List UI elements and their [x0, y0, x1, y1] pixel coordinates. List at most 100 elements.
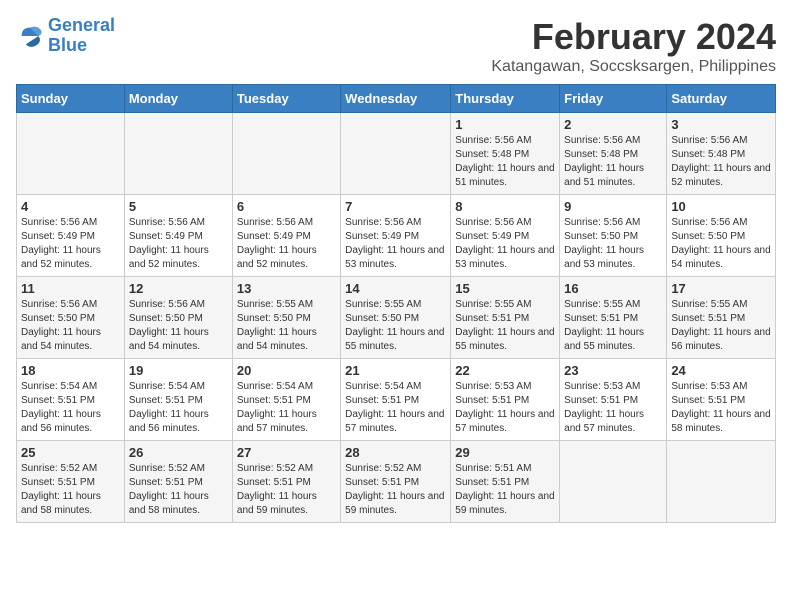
calendar-cell: 22Sunrise: 5:53 AMSunset: 5:51 PMDayligh… — [451, 359, 560, 441]
calendar-cell: 8 Sunrise: 5:56 AMSunset: 5:49 PMDaylight… — [451, 195, 560, 277]
day-info: Sunrise: 5:56 AMSunset: 5:49 PMDaylight:… — [21, 216, 120, 272]
calendar-cell: 23 Sunrise: 5:53 AMSunset: 5:51 PMDayligh… — [560, 359, 667, 441]
day-info: Sunrise: 5:56 AMSunset: 5:50 PMDaylight:… — [129, 298, 228, 354]
logo-icon — [16, 22, 44, 50]
calendar-cell: 6 Sunrise: 5:56 AMSunset: 5:49 PMDaylight… — [232, 195, 340, 277]
calendar-cell: 21 Sunrise: 5:54 AMSunset: 5:51 PMDayligh… — [341, 359, 451, 441]
day-info: Sunrise: 5:56 AMSunset: 5:49 PMDaylight:… — [237, 216, 336, 272]
day-number: 4 — [21, 199, 120, 214]
col-header-friday: Friday — [560, 85, 667, 113]
day-info: Sunrise: 5:56 AMSunset: 5:48 PMDaylight:… — [564, 134, 662, 190]
day-info: Sunrise: 5:54 AMSunset: 5:51 PMDaylight:… — [237, 380, 336, 436]
day-number: 29 — [455, 445, 555, 460]
day-info: Sunrise: 5:53 AMSunset: 5:51 PMDaylight:… — [564, 380, 662, 436]
day-number: 28 — [345, 445, 446, 460]
day-info: Sunrise: 5:54 AMSunset: 5:51 PMDaylight:… — [21, 380, 120, 436]
subtitle: Katangawan, Soccsksargen, Philippines — [491, 58, 776, 76]
calendar-cell: 20 Sunrise: 5:54 AMSunset: 5:51 PMDayligh… — [232, 359, 340, 441]
day-info: Sunrise: 5:52 AMSunset: 5:51 PMDaylight:… — [237, 462, 336, 518]
calendar-cell: 26 Sunrise: 5:52 AMSunset: 5:51 PMDayligh… — [124, 441, 232, 523]
week-row-5: 25 Sunrise: 5:52 AMSunset: 5:51 PMDayligh… — [17, 441, 776, 523]
day-number: 9 — [564, 199, 662, 214]
day-info: Sunrise: 5:56 AMSunset: 5:50 PMDaylight:… — [564, 216, 662, 272]
calendar-cell — [124, 113, 232, 195]
calendar-cell — [560, 441, 667, 523]
day-info: Sunrise: 5:56 AMSunset: 5:48 PMDaylight:… — [671, 134, 771, 190]
calendar-cell: 24 Sunrise: 5:53 AMSunset: 5:51 PMDayligh… — [667, 359, 776, 441]
day-number: 15 — [455, 281, 555, 296]
calendar-table: SundayMondayTuesdayWednesdayThursdayFrid… — [16, 84, 776, 523]
header-row: SundayMondayTuesdayWednesdayThursdayFrid… — [17, 85, 776, 113]
day-number: 17 — [671, 281, 771, 296]
day-info: Sunrise: 5:53 AMSunset: 5:51 PMDaylight:… — [671, 380, 771, 436]
calendar-cell — [232, 113, 340, 195]
calendar-cell: 11 Sunrise: 5:56 AMSunset: 5:50 PMDayligh… — [17, 277, 125, 359]
day-number: 21 — [345, 363, 446, 378]
day-info: Sunrise: 5:56 AMSunset: 5:49 PMDaylight:… — [129, 216, 228, 272]
day-info: Sunrise: 5:56 AMSunset: 5:49 PMDaylight:… — [455, 216, 555, 272]
day-number: 24 — [671, 363, 771, 378]
week-row-1: 1 Sunrise: 5:56 AMSunset: 5:48 PMDaylight… — [17, 113, 776, 195]
day-number: 7 — [345, 199, 446, 214]
calendar-cell: 5 Sunrise: 5:56 AMSunset: 5:49 PMDaylight… — [124, 195, 232, 277]
day-number: 11 — [21, 281, 120, 296]
day-number: 23 — [564, 363, 662, 378]
title-block: February 2024 Katangawan, Soccsksargen, … — [491, 16, 776, 76]
week-row-4: 18 Sunrise: 5:54 AMSunset: 5:51 PMDayligh… — [17, 359, 776, 441]
day-number: 18 — [21, 363, 120, 378]
day-number: 16 — [564, 281, 662, 296]
calendar-cell: 15Sunrise: 5:55 AMSunset: 5:51 PMDayligh… — [451, 277, 560, 359]
calendar-cell: 25 Sunrise: 5:52 AMSunset: 5:51 PMDayligh… — [17, 441, 125, 523]
calendar-cell: 2 Sunrise: 5:56 AMSunset: 5:48 PMDaylight… — [560, 113, 667, 195]
day-number: 6 — [237, 199, 336, 214]
calendar-cell: 16 Sunrise: 5:55 AMSunset: 5:51 PMDayligh… — [560, 277, 667, 359]
day-info: Sunrise: 5:55 AMSunset: 5:51 PMDaylight:… — [564, 298, 662, 354]
day-info: Sunrise: 5:52 AMSunset: 5:51 PMDaylight:… — [345, 462, 446, 518]
day-info: Sunrise: 5:52 AMSunset: 5:51 PMDaylight:… — [21, 462, 120, 518]
day-info: Sunrise: 5:54 AMSunset: 5:51 PMDaylight:… — [129, 380, 228, 436]
logo-line1: General — [48, 15, 115, 35]
calendar-cell: 9 Sunrise: 5:56 AMSunset: 5:50 PMDaylight… — [560, 195, 667, 277]
day-number: 10 — [671, 199, 771, 214]
day-info: Sunrise: 5:55 AMSunset: 5:50 PMDaylight:… — [345, 298, 446, 354]
day-number: 5 — [129, 199, 228, 214]
page-header: General Blue February 2024 Katangawan, S… — [16, 16, 776, 76]
calendar-cell: 3 Sunrise: 5:56 AMSunset: 5:48 PMDaylight… — [667, 113, 776, 195]
day-number: 2 — [564, 117, 662, 132]
day-info: Sunrise: 5:56 AMSunset: 5:50 PMDaylight:… — [21, 298, 120, 354]
calendar-cell — [667, 441, 776, 523]
day-info: Sunrise: 5:56 AMSunset: 5:48 PMDaylight:… — [455, 134, 555, 190]
day-number: 20 — [237, 363, 336, 378]
calendar-cell: 1 Sunrise: 5:56 AMSunset: 5:48 PMDaylight… — [451, 113, 560, 195]
calendar-cell: 29 Sunrise: 5:51 AMSunset: 5:51 PMDayligh… — [451, 441, 560, 523]
day-number: 14 — [345, 281, 446, 296]
day-info: Sunrise: 5:55 AMSunset: 5:51 PMDaylight:… — [671, 298, 771, 354]
calendar-body: 1 Sunrise: 5:56 AMSunset: 5:48 PMDaylight… — [17, 113, 776, 523]
week-row-3: 11 Sunrise: 5:56 AMSunset: 5:50 PMDayligh… — [17, 277, 776, 359]
day-number: 25 — [21, 445, 120, 460]
calendar-cell — [341, 113, 451, 195]
col-header-wednesday: Wednesday — [341, 85, 451, 113]
calendar-cell: 27Sunrise: 5:52 AMSunset: 5:51 PMDayligh… — [232, 441, 340, 523]
day-number: 19 — [129, 363, 228, 378]
day-number: 1 — [455, 117, 555, 132]
day-info: Sunrise: 5:51 AMSunset: 5:51 PMDaylight:… — [455, 462, 555, 518]
day-info: Sunrise: 5:56 AMSunset: 5:49 PMDaylight:… — [345, 216, 446, 272]
week-row-2: 4 Sunrise: 5:56 AMSunset: 5:49 PMDaylight… — [17, 195, 776, 277]
day-number: 26 — [129, 445, 228, 460]
calendar-cell: 18 Sunrise: 5:54 AMSunset: 5:51 PMDayligh… — [17, 359, 125, 441]
logo-text: General Blue — [48, 16, 115, 56]
day-info: Sunrise: 5:55 AMSunset: 5:50 PMDaylight:… — [237, 298, 336, 354]
calendar-cell — [17, 113, 125, 195]
col-header-sunday: Sunday — [17, 85, 125, 113]
day-number: 3 — [671, 117, 771, 132]
calendar-cell: 12Sunrise: 5:56 AMSunset: 5:50 PMDayligh… — [124, 277, 232, 359]
col-header-thursday: Thursday — [451, 85, 560, 113]
day-info: Sunrise: 5:56 AMSunset: 5:50 PMDaylight:… — [671, 216, 771, 272]
day-number: 8 — [455, 199, 555, 214]
calendar-cell: 4 Sunrise: 5:56 AMSunset: 5:49 PMDaylight… — [17, 195, 125, 277]
calendar-cell: 13Sunrise: 5:55 AMSunset: 5:50 PMDayligh… — [232, 277, 340, 359]
day-info: Sunrise: 5:52 AMSunset: 5:51 PMDaylight:… — [129, 462, 228, 518]
logo-line2: Blue — [48, 35, 87, 55]
day-info: Sunrise: 5:54 AMSunset: 5:51 PMDaylight:… — [345, 380, 446, 436]
